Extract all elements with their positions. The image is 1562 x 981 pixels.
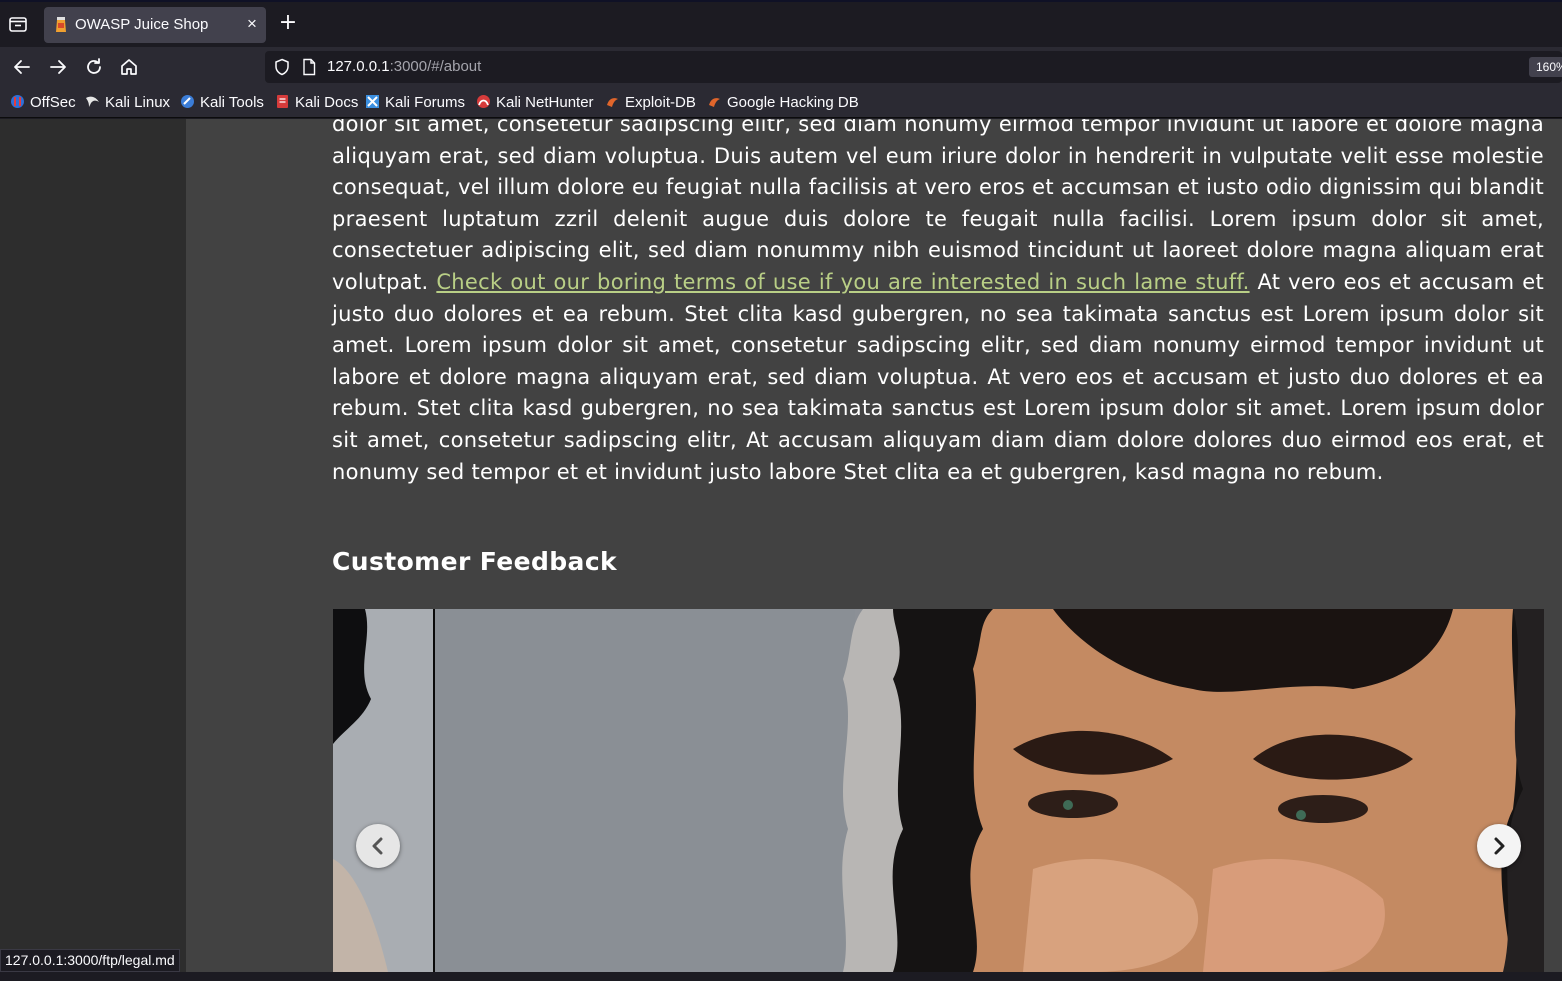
side-navigation-panel	[0, 119, 186, 972]
url-path: :3000/#/about	[389, 58, 482, 75]
about-us-card: dolor sit amet, consetetur sadipscing el…	[186, 119, 1562, 972]
customer-feedback-carousel[interactable]	[333, 609, 1544, 972]
tab-list-icon	[9, 17, 27, 32]
kali-dragon-icon	[86, 96, 99, 107]
nethunter-icon	[477, 95, 490, 108]
bookmark-kali-nethunter[interactable]: Kali NetHunter	[476, 94, 594, 112]
forward-button[interactable]	[46, 55, 70, 79]
about-text-before-link: dolor sit amet, consetetur sadipscing el…	[332, 119, 1544, 294]
tab-list-button[interactable]	[6, 12, 30, 36]
bookmark-kali-tools[interactable]: Kali Tools	[180, 94, 264, 112]
chevron-left-icon	[372, 837, 383, 855]
bookmark-exploit-db[interactable]: Exploit-DB	[605, 94, 696, 112]
new-tab-button[interactable]: +	[277, 12, 299, 34]
juice-shop-favicon	[56, 17, 66, 32]
tab-strip: OWASP Juice Shop × +	[0, 0, 1562, 47]
page-viewport: dolor sit amet, consetetur sadipscing el…	[0, 119, 1562, 972]
arrow-right-icon	[50, 60, 66, 74]
bookmark-offsec[interactable]: OffSec	[10, 94, 76, 112]
bookmarks-toolbar: OffSec Kali Linux Kali Tools Kali Docs K…	[0, 87, 1562, 118]
url-host: 127.0.0.1	[327, 58, 390, 75]
url-text[interactable]: 127.0.0.1:3000/#/about	[327, 58, 481, 75]
about-text-after-link: At vero eos et accusam et justo duo dolo…	[332, 269, 1544, 484]
reload-icon	[87, 58, 101, 74]
tab-title: OWASP Juice Shop	[75, 16, 209, 33]
arrow-left-icon	[14, 60, 30, 74]
link-status-bar: 127.0.0.1:3000/ftp/legal.md	[0, 949, 180, 972]
page-info-icon[interactable]	[301, 58, 317, 76]
terms-of-use-link[interactable]: Check out our boring terms of use if you…	[436, 270, 1249, 294]
home-icon	[121, 59, 137, 75]
bookmark-label: Kali NetHunter	[496, 94, 594, 111]
back-button[interactable]	[10, 55, 34, 79]
tab-strip-edge	[0, 0, 1562, 2]
bookmark-label: Kali Forums	[385, 94, 466, 111]
kali-forums-icon	[366, 95, 379, 108]
bookmark-label: Kali Docs	[295, 94, 359, 111]
about-us-text: dolor sit amet, consetetur sadipscing el…	[332, 119, 1544, 488]
carousel-previous-button[interactable]	[356, 824, 400, 868]
bookmark-kali-docs[interactable]: Kali Docs	[275, 94, 358, 112]
bookmark-kali-linux[interactable]: Kali Linux	[85, 94, 170, 112]
chevron-right-icon	[1494, 837, 1505, 855]
carousel-next-button[interactable]	[1477, 824, 1521, 868]
customer-feedback-heading: Customer Feedback	[332, 547, 618, 576]
bookmark-kali-forums[interactable]: Kali Forums	[365, 94, 465, 112]
offsec-icon	[11, 95, 24, 108]
reload-button[interactable]	[82, 55, 106, 79]
navigation-toolbar: 127.0.0.1:3000/#/about 160%	[0, 47, 1562, 87]
kali-tools-icon	[181, 95, 194, 108]
bookmark-google-hacking-db[interactable]: Google Hacking DB	[707, 94, 859, 112]
close-tab-icon[interactable]: ×	[242, 14, 262, 34]
ghdb-icon	[709, 98, 720, 107]
home-button[interactable]	[117, 55, 141, 79]
bookmark-label: Kali Linux	[105, 94, 171, 111]
bookmark-label: Google Hacking DB	[727, 94, 859, 111]
bookmark-label: Exploit-DB	[625, 94, 696, 111]
bookmark-label: Kali Tools	[200, 94, 264, 111]
address-bar[interactable]: 127.0.0.1:3000/#/about 160%	[265, 51, 1562, 83]
exploit-db-icon	[607, 98, 618, 107]
bookmark-label: OffSec	[30, 94, 76, 111]
feedback-slide-image	[333, 609, 1544, 972]
zoom-level-badge[interactable]: 160%	[1529, 57, 1562, 77]
window-bottom-edge	[0, 972, 1562, 981]
tracking-protection-shield-icon[interactable]	[273, 58, 291, 76]
tab-owasp-juice-shop[interactable]: OWASP Juice Shop ×	[44, 7, 266, 43]
kali-docs-icon	[277, 95, 288, 108]
